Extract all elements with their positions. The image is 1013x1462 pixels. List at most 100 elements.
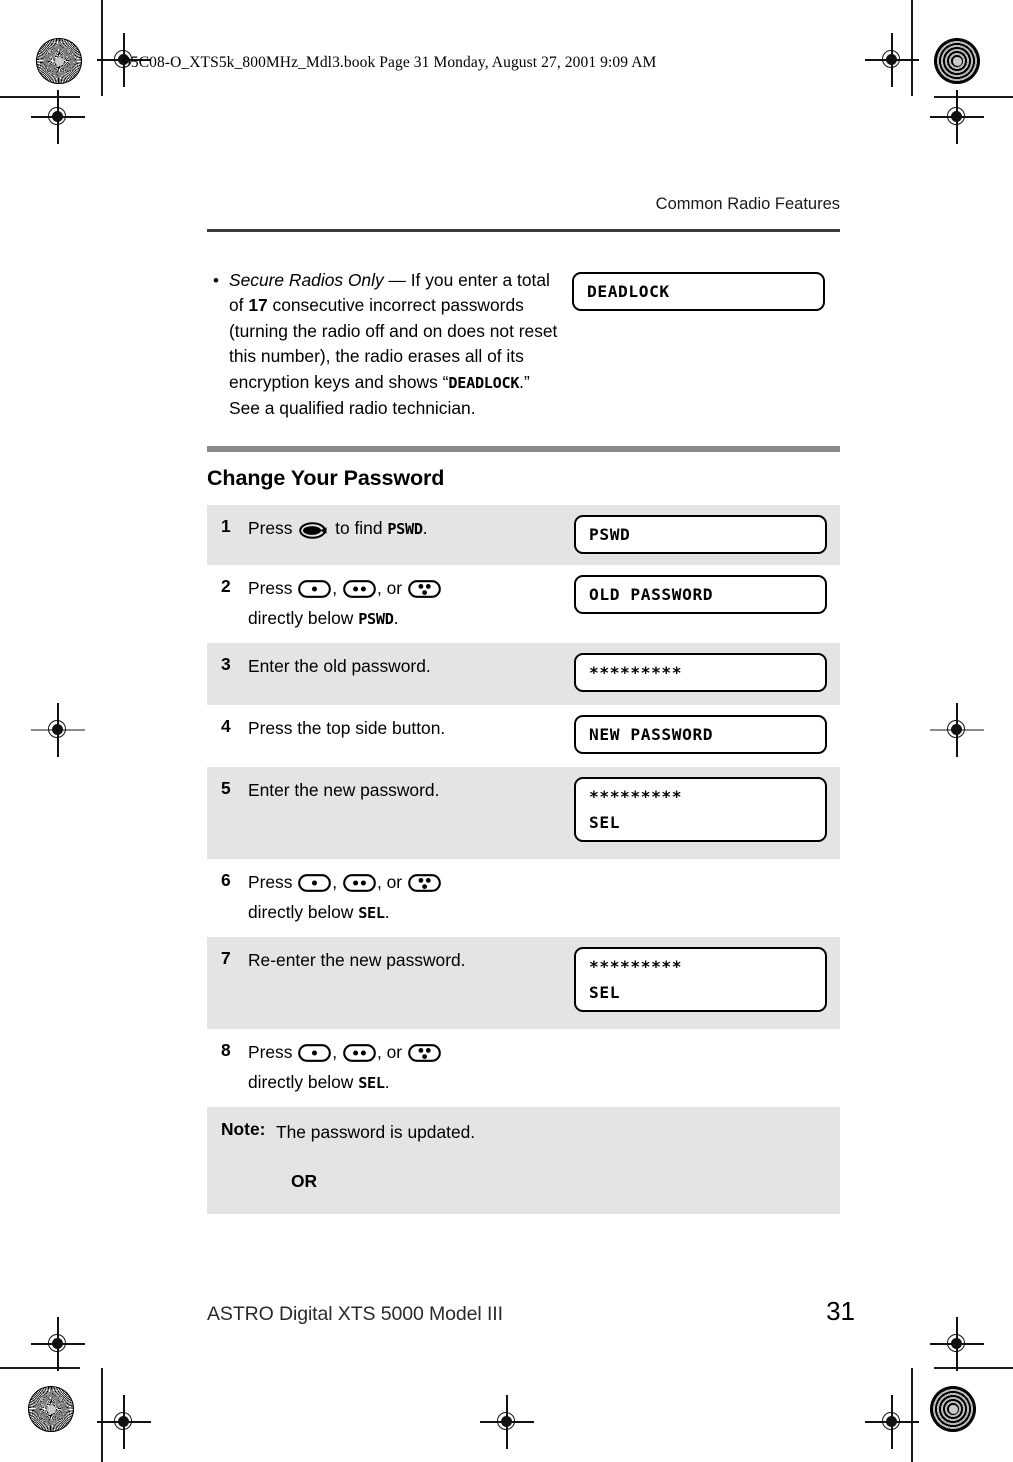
table-row: 8 Press , , or directly below SEL. — [207, 1029, 840, 1108]
document-page: 95C08-O_XTS5k_800MHz_Mdl3.book Page 31 M… — [0, 0, 1013, 1462]
one-dot-button-icon — [298, 1043, 332, 1069]
running-header: Common Radio Features — [655, 195, 840, 213]
step-text-pre: Press — [248, 578, 298, 599]
step-instruction: Press to find PSWD. — [248, 505, 574, 557]
section-divider-bar — [207, 445, 840, 453]
step-number: 5 — [221, 778, 231, 799]
footer-title: ASTRO Digital XTS 5000 Model III — [207, 1303, 503, 1325]
step-text-mid: to find — [330, 518, 388, 539]
three-dot-button-icon — [408, 579, 441, 605]
step-text-pre: Press — [248, 872, 298, 893]
step-text-post: . — [384, 902, 390, 923]
table-row: 7 Re-enter the new password. ********* S… — [207, 937, 840, 1030]
step-display-cell: ********* SEL — [574, 767, 840, 853]
radio-display: OLD PASSWORD — [574, 575, 827, 615]
bullet-lcd-word: DEADLOCK — [448, 373, 520, 392]
step-text-pre: Press — [248, 1042, 298, 1063]
header-rule — [207, 229, 840, 232]
step-text-post: . — [393, 608, 399, 629]
comma-1: , — [332, 578, 342, 599]
step-text-second-line: directly below — [248, 902, 359, 923]
step-instruction: Press , , or directly below SEL. — [248, 859, 574, 937]
note-label: Note: — [221, 1119, 266, 1140]
display-line-1: PSWD — [589, 525, 631, 545]
step-number: 4 — [221, 716, 231, 737]
print-file-header: 95C08-O_XTS5k_800MHz_Mdl3.book Page 31 M… — [123, 54, 657, 71]
bullet-paragraph: Secure Radios Only — If you enter a tota… — [229, 268, 559, 422]
two-dot-button-icon — [343, 579, 376, 605]
step-text-mid: , or — [376, 1042, 407, 1063]
step-instruction: Press the top side button. — [248, 718, 446, 739]
step-number: 1 — [221, 516, 231, 537]
step-text-second-line: directly below — [248, 608, 359, 629]
bullet-marker: • — [213, 270, 219, 290]
table-row: 6 Press , , or directly below SEL. — [207, 859, 840, 938]
page-footer: ASTRO Digital XTS 5000 Model III 31 — [207, 1296, 855, 1327]
step-display-cell: OLD PASSWORD — [574, 565, 840, 625]
display-line-1: ********* — [589, 663, 683, 683]
radio-display: ********* SEL — [574, 777, 827, 843]
step-number: 2 — [221, 576, 231, 597]
step-text-second-line: directly below — [248, 1072, 359, 1093]
section-title: Change Your Password — [207, 466, 445, 491]
three-dot-button-icon — [408, 873, 441, 899]
step-lcd-word: PSWD — [387, 520, 423, 539]
table-row: 4 Press the top side button. NEW PASSWOR… — [207, 705, 840, 768]
radio-display: NEW PASSWORD — [574, 715, 827, 755]
one-dot-button-icon — [298, 579, 332, 605]
step-display-cell: PSWD — [574, 505, 840, 565]
bullet-lead-italic: Secure Radios Only — [229, 269, 384, 290]
step-number: 8 — [221, 1040, 231, 1061]
display-line-1: OLD PASSWORD — [589, 585, 714, 605]
comma-1: , — [332, 1042, 342, 1063]
note-body: The password is updated. — [276, 1122, 476, 1143]
step-instruction: Re-enter the new password. — [248, 950, 466, 971]
table-row: 5 Enter the new password. ********* SEL — [207, 767, 840, 860]
display-line-1: ********* — [589, 787, 683, 807]
step-text-post: . — [384, 1072, 390, 1093]
step-lcd-word: SEL — [358, 1074, 385, 1093]
table-row: 1 Press to find PSWD. PSWD — [207, 505, 840, 566]
display-line-1: DEADLOCK — [587, 281, 670, 301]
display-line-1: ********* — [589, 957, 683, 977]
step-instruction: Enter the new password. — [248, 780, 440, 801]
note-content: The password is updated. OR — [276, 1119, 475, 1194]
table-row: 3 Enter the old password. ********* — [207, 643, 840, 706]
radio-display: PSWD — [574, 515, 827, 555]
note-or: OR — [291, 1171, 318, 1192]
step-lcd-word: PSWD — [358, 610, 394, 629]
menu-select-oval-icon — [299, 520, 328, 546]
step-text-mid: , or — [376, 578, 407, 599]
step-text-pre: Press — [248, 518, 298, 539]
radio-display-deadlock: DEADLOCK — [572, 271, 825, 311]
comma-1: , — [332, 872, 342, 893]
step-display-cell — [574, 859, 840, 880]
step-text-post: . — [422, 518, 428, 539]
radio-display: ********* SEL — [574, 947, 827, 1013]
radio-display: ********* — [574, 653, 827, 693]
step-instruction: Press , , or directly below SEL. — [248, 1029, 574, 1107]
three-dot-button-icon — [408, 1043, 441, 1069]
step-number: 3 — [221, 654, 231, 675]
bullet-text-column: • Secure Radios Only — If you enter a to… — [207, 268, 559, 422]
step-display-cell: NEW PASSWORD — [574, 705, 840, 765]
one-dot-button-icon — [298, 873, 332, 899]
footer-page-number: 31 — [826, 1296, 855, 1326]
step-display-cell — [574, 1029, 840, 1050]
step-number: 7 — [221, 948, 231, 969]
note-row: Note: The password is updated. OR — [207, 1107, 840, 1215]
step-lcd-word: SEL — [358, 904, 385, 923]
step-display-cell: ********* — [574, 643, 840, 703]
step-instruction: Enter the old password. — [248, 656, 431, 677]
page-content: Common Radio Features • Secure Radios On… — [207, 195, 840, 1215]
procedure-table: 1 Press to find PSWD. PSWD 2 Press , , o… — [207, 505, 840, 1215]
deadlock-display-column: DEADLOCK — [559, 268, 840, 422]
step-text-mid: , or — [376, 872, 407, 893]
two-dot-button-icon — [343, 873, 376, 899]
bullet-bold-number: 17 — [248, 295, 268, 316]
two-dot-button-icon — [343, 1043, 376, 1069]
secure-radios-bullet-block: • Secure Radios Only — If you enter a to… — [207, 268, 840, 422]
table-row: 2 Press , , or directly below PSWD. OLD … — [207, 565, 840, 644]
step-number: 6 — [221, 870, 231, 891]
display-line-2: SEL — [589, 813, 621, 833]
